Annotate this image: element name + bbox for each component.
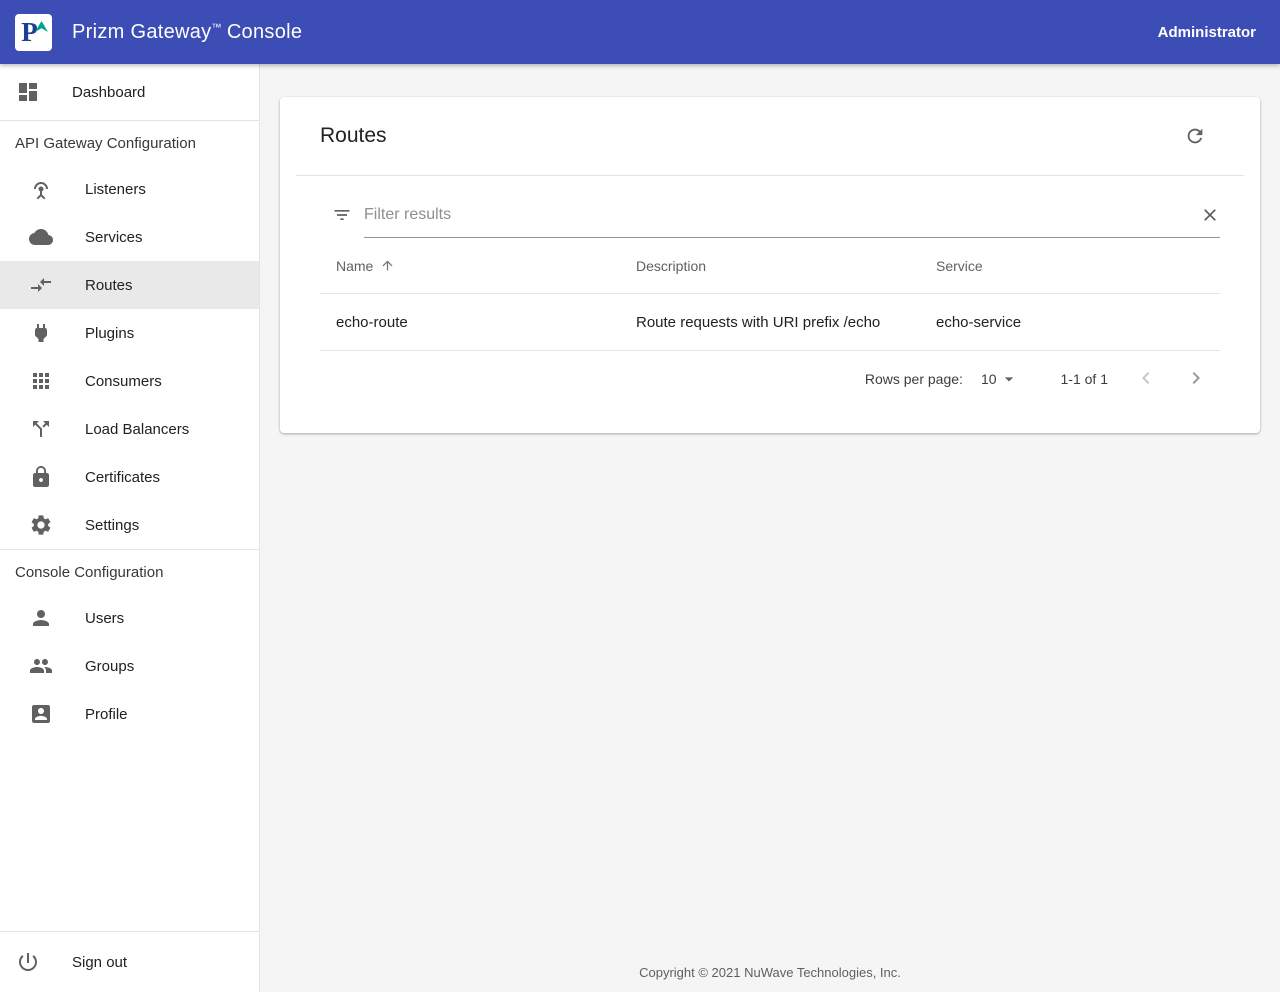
close-icon — [1204, 208, 1216, 221]
sign-out-button[interactable]: Sign out — [0, 931, 259, 992]
filter-field — [364, 192, 1220, 238]
next-page-button[interactable] — [1184, 366, 1208, 393]
sidebar-section-console-config: Console Configuration — [15, 564, 164, 581]
prizm-logo: P — [15, 13, 52, 51]
sidebar-item-label: Load Balancers — [85, 420, 190, 438]
table-row[interactable]: echo-route Route requests with URI prefi… — [320, 294, 1220, 351]
column-header-label: Service — [936, 257, 983, 274]
antenna-icon — [34, 182, 48, 200]
logo-triangle-icon — [35, 20, 48, 32]
sidebar-item-settings[interactable]: Settings — [0, 501, 259, 549]
sidebar-item-label: Profile — [85, 705, 128, 723]
gear-icon — [31, 515, 51, 535]
filter-row — [332, 192, 1220, 238]
refresh-button[interactable] — [1184, 125, 1206, 147]
people-icon — [30, 659, 52, 673]
previous-page-button[interactable] — [1134, 366, 1158, 393]
column-header-label: Name — [336, 257, 374, 274]
page-title: Routes — [320, 124, 387, 147]
plug-icon — [35, 324, 47, 342]
app-title-suffix: Console — [226, 20, 303, 43]
sidebar-item-listeners[interactable]: Listeners — [0, 165, 259, 213]
call-split-icon — [33, 421, 49, 437]
sidebar-item-label: Plugins — [85, 324, 135, 342]
app-title: Prizm Gateway™ Console — [72, 21, 302, 44]
sidebar-item-users[interactable]: Users — [0, 594, 259, 642]
cell-name: echo-route — [336, 313, 408, 331]
routes-card: Routes Name Description — [280, 97, 1260, 433]
main-content: Routes Name Description — [260, 64, 1280, 992]
sidebar-item-dashboard[interactable]: Dashboard — [0, 64, 259, 120]
sidebar-item-label: Settings — [85, 516, 140, 534]
sidebar-item-consumers[interactable]: Consumers — [0, 357, 259, 405]
sidebar-item-label: Consumers — [85, 372, 162, 390]
cell-description: Route requests with URI prefix /echo — [636, 313, 881, 331]
sidebar-item-load-balancers[interactable]: Load Balancers — [0, 405, 259, 453]
divider — [296, 175, 1244, 176]
sidebar-item-label: Dashboard — [72, 83, 146, 101]
sidebar-item-label: Routes — [85, 276, 133, 294]
sidebar-item-plugins[interactable]: Plugins — [0, 309, 259, 357]
pagination-range: 1-1 of 1 — [1060, 371, 1108, 387]
sidebar-item-certificates[interactable]: Certificates — [0, 453, 259, 501]
compare-arrows-icon — [31, 278, 51, 292]
column-header-service[interactable]: Service — [920, 258, 1220, 274]
person-icon — [33, 610, 49, 626]
sort-ascending-icon — [382, 260, 393, 271]
rows-per-page-value: 10 — [980, 371, 997, 387]
apps-grid-icon — [33, 373, 49, 389]
sidebar-item-label: Listeners — [85, 180, 146, 198]
routes-table: Name Description Service echo-route Rout… — [320, 238, 1220, 351]
sidebar-section-api-gateway: API Gateway Configuration — [15, 135, 196, 152]
contact-card-icon — [32, 705, 50, 723]
sidebar-item-label: Groups — [85, 657, 135, 675]
rows-per-page-select[interactable]: 10 — [981, 369, 1019, 389]
sidebar-item-services[interactable]: Services — [0, 213, 259, 261]
column-header-label: Description — [636, 257, 707, 274]
card-header: Routes — [280, 97, 1260, 175]
cell-service: echo-service — [936, 313, 1022, 331]
dashboard-icon — [19, 83, 37, 101]
pagination: Rows per page: 10 1-1 of 1 — [280, 351, 1260, 407]
power-icon — [19, 953, 37, 971]
sidebar-item-label: Certificates — [85, 468, 161, 486]
filter-icon — [334, 210, 350, 220]
sidebar-item-label: Users — [85, 609, 125, 627]
column-header-description[interactable]: Description — [620, 258, 920, 274]
lock-icon — [33, 466, 49, 487]
sidebar: Dashboard API Gateway Configuration List… — [0, 64, 260, 992]
app-title-main: Prizm Gateway — [72, 20, 212, 43]
trademark-symbol: ™ — [211, 21, 222, 33]
sidebar-item-label: Services — [85, 228, 143, 246]
filter-input[interactable] — [364, 205, 1200, 224]
clear-filter-button[interactable] — [1200, 205, 1220, 225]
current-user[interactable]: Administrator — [1158, 24, 1256, 41]
sidebar-item-groups[interactable]: Groups — [0, 642, 259, 690]
chevron-left-icon — [1142, 371, 1150, 384]
sign-out-label: Sign out — [72, 953, 128, 971]
cloud-icon — [29, 229, 53, 245]
table-header-row: Name Description Service — [320, 238, 1220, 294]
sidebar-item-routes[interactable]: Routes — [0, 261, 259, 309]
chevron-down-icon — [1004, 377, 1013, 382]
copyright-footer: Copyright © 2021 NuWave Technologies, In… — [639, 965, 901, 980]
chevron-right-icon — [1192, 371, 1200, 384]
refresh-icon — [1187, 128, 1203, 144]
sidebar-item-profile[interactable]: Profile — [0, 690, 259, 738]
app-header: P Prizm Gateway™ Console Administrator — [0, 0, 1280, 64]
rows-per-page-label: Rows per page: — [864, 371, 963, 387]
column-header-name[interactable]: Name — [320, 258, 620, 274]
